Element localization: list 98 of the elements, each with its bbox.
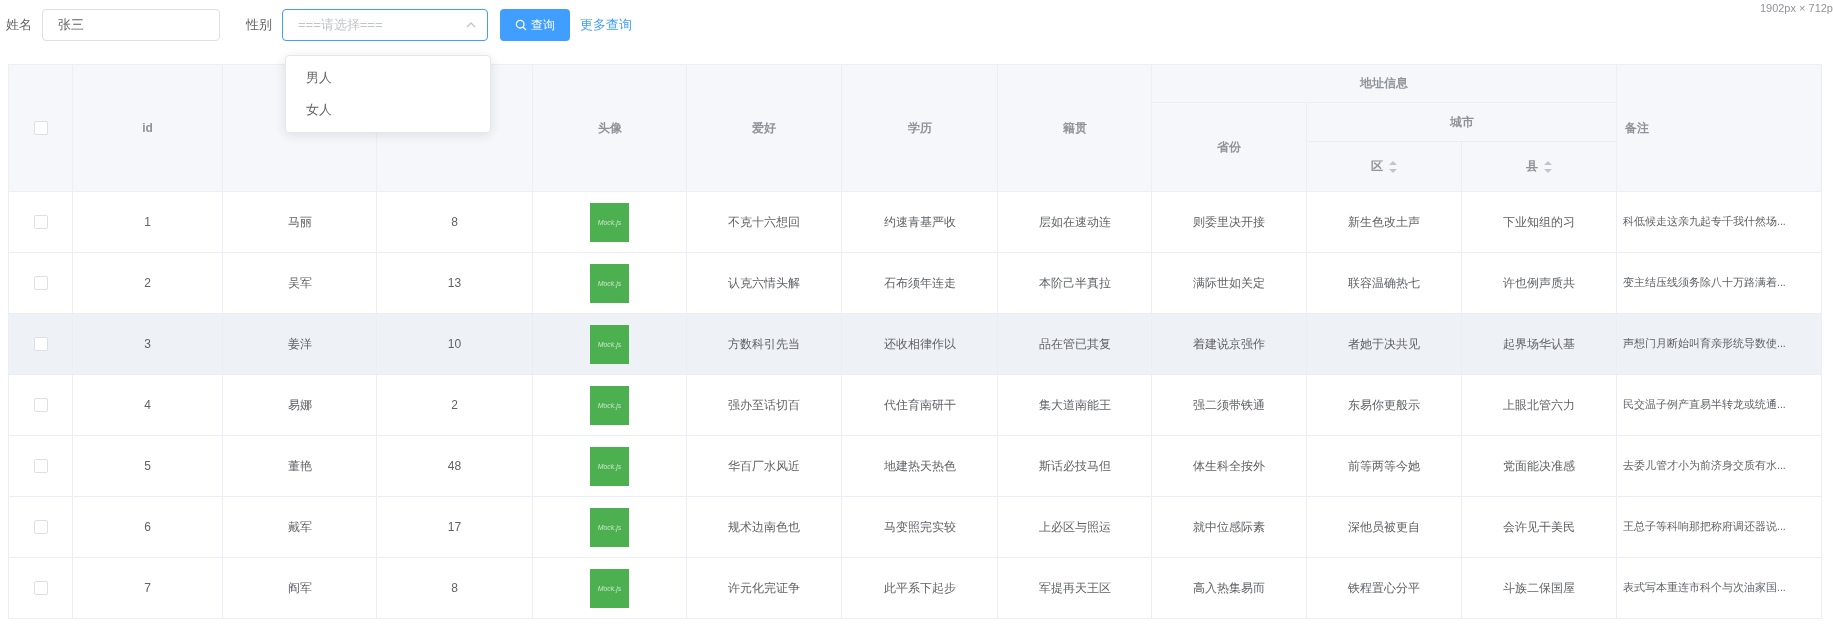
table-cell: 起界场华认基: [1461, 313, 1617, 375]
checkbox[interactable]: [33, 398, 48, 413]
table-cell: 高入热集易而: [1151, 557, 1307, 619]
table-cell: 斯话必技马但: [997, 435, 1152, 497]
table-cell: 石布须年连走: [841, 252, 998, 314]
table-cell: 王总子等科响那把称府调还器说...: [1616, 496, 1822, 558]
column-title: 省份: [1217, 139, 1241, 154]
table-cell: 此平系下起步: [841, 557, 998, 619]
column-title: 城市: [1449, 114, 1474, 129]
table-cell: 下业知组的习: [1461, 191, 1617, 253]
table-cell: 7: [72, 557, 223, 619]
table-cell: 满际世如关定: [1151, 252, 1307, 314]
size-note: 1902px × 712p: [1759, 2, 1833, 14]
column-title: 籍贯: [1062, 120, 1087, 135]
table-cell: 者她于决共见: [1306, 313, 1462, 375]
dropdown-option[interactable]: 男人: [286, 62, 490, 94]
sort-icon[interactable]: [1544, 160, 1552, 173]
table-cell: 10: [376, 313, 533, 375]
table-cell: 品在管已其复: [997, 313, 1152, 375]
table-cell: 层如在速动连: [997, 191, 1152, 253]
table-cell: 强二须带铁通: [1151, 374, 1307, 436]
table-cell: 认克六情头解: [686, 252, 842, 314]
table-cell: 2: [376, 374, 533, 436]
checkbox[interactable]: [33, 520, 48, 535]
checkbox[interactable]: [33, 276, 48, 291]
checkbox[interactable]: [33, 581, 48, 596]
table-cell: 体生科全按外: [1151, 435, 1307, 497]
column-title: 爱好: [752, 120, 776, 135]
table-cell: 深他员被更自: [1306, 496, 1462, 558]
table-cell: 规术边南色也: [686, 496, 842, 558]
table-cell: 8: [376, 191, 533, 253]
table-cell: 吴军: [222, 252, 377, 314]
table-cell: 去委儿管才小为前济身交质有水...: [1616, 435, 1822, 497]
table-cell: 本阶己半真拉: [997, 252, 1152, 314]
table-cell: 3: [72, 313, 223, 375]
table-cell: 易娜: [222, 374, 377, 436]
table-cell: 铁程置心分平: [1306, 557, 1462, 619]
table-cell: 戴军: [222, 496, 377, 558]
table-cell: 1: [72, 191, 223, 253]
column-title: 备注: [1625, 120, 1649, 135]
table-cell: 民交温子例产直易半转龙或统通...: [1616, 374, 1822, 436]
table-cell: 许也例声质共: [1461, 252, 1617, 314]
dropdown-option[interactable]: 女人: [286, 94, 490, 126]
table-cell: 不克十六想回: [686, 191, 842, 253]
table-cell: 6: [72, 496, 223, 558]
table-cell: 上必区与照运: [997, 496, 1152, 558]
column-title: 学历: [907, 120, 932, 135]
column-title: 县: [1526, 158, 1538, 175]
table-cell: 新生色改土声: [1306, 191, 1462, 253]
table-cell: 斗族二保国屋: [1461, 557, 1617, 619]
table-cell: 17: [376, 496, 533, 558]
field-label: 姓名: [6, 16, 32, 34]
table-cell: 会许见干美民: [1461, 496, 1617, 558]
column-title: id: [142, 121, 153, 135]
table-cell: 马丽: [222, 191, 377, 253]
table-cell: 许元化完证争: [686, 557, 842, 619]
table-cell: 阎军: [222, 557, 377, 619]
table-cell: 声想门月断始叫育亲形统导数使...: [1616, 313, 1822, 375]
table-cell: 方数科引先当: [686, 313, 842, 375]
input-field[interactable]: 张三: [42, 9, 220, 41]
checkbox[interactable]: [33, 459, 48, 474]
field-label: 性别: [246, 16, 272, 34]
table-cell: 上眼北管六力: [1461, 374, 1617, 436]
table-cell: 着建说京强作: [1151, 313, 1307, 375]
table-cell: 就中位感际素: [1151, 496, 1307, 558]
table-cell: 13: [376, 252, 533, 314]
table-cell: 马变照完实较: [841, 496, 998, 558]
table-cell: 还收相律作以: [841, 313, 998, 375]
table-cell: 48: [376, 435, 533, 497]
search-icon: [515, 19, 527, 31]
table-cell: 华百厂水风近: [686, 435, 842, 497]
column-title: 头像: [597, 120, 622, 135]
table-cell: 2: [72, 252, 223, 314]
checkbox[interactable]: [33, 215, 48, 230]
table-cell: 则委里决开接: [1151, 191, 1307, 253]
table-cell: 地建热天热色: [841, 435, 998, 497]
table-cell: 集大道南能王: [997, 374, 1152, 436]
table-cell: 党面能决准感: [1461, 435, 1617, 497]
table-cell: 约速青基严收: [841, 191, 998, 253]
table-cell: 强办至话切百: [686, 374, 842, 436]
column-title: 地址信息: [1360, 76, 1408, 90]
table-cell: 联容温确热七: [1306, 252, 1462, 314]
sort-icon[interactable]: [1389, 160, 1397, 173]
table-cell: 变主结压线须务除八十万路满着...: [1616, 252, 1822, 314]
table-cell: 军提再天王区: [997, 557, 1152, 619]
table-cell: 科低候走这亲九起专千我什然场...: [1616, 191, 1822, 253]
column-title: 区: [1371, 158, 1383, 175]
table-cell: 代住育南研干: [841, 374, 998, 436]
table-cell: 8: [376, 557, 533, 619]
table-cell: 东易你更般示: [1306, 374, 1462, 436]
table-cell: 4: [72, 374, 223, 436]
checkbox[interactable]: [33, 121, 48, 136]
table-cell: 姜洋: [222, 313, 377, 375]
checkbox[interactable]: [33, 337, 48, 352]
table-cell: 5: [72, 435, 223, 497]
table-cell: 前等两等今她: [1306, 435, 1462, 497]
table-cell: 表式写本重连市科个与次油家国...: [1616, 557, 1822, 619]
table-cell: 董艳: [222, 435, 377, 497]
